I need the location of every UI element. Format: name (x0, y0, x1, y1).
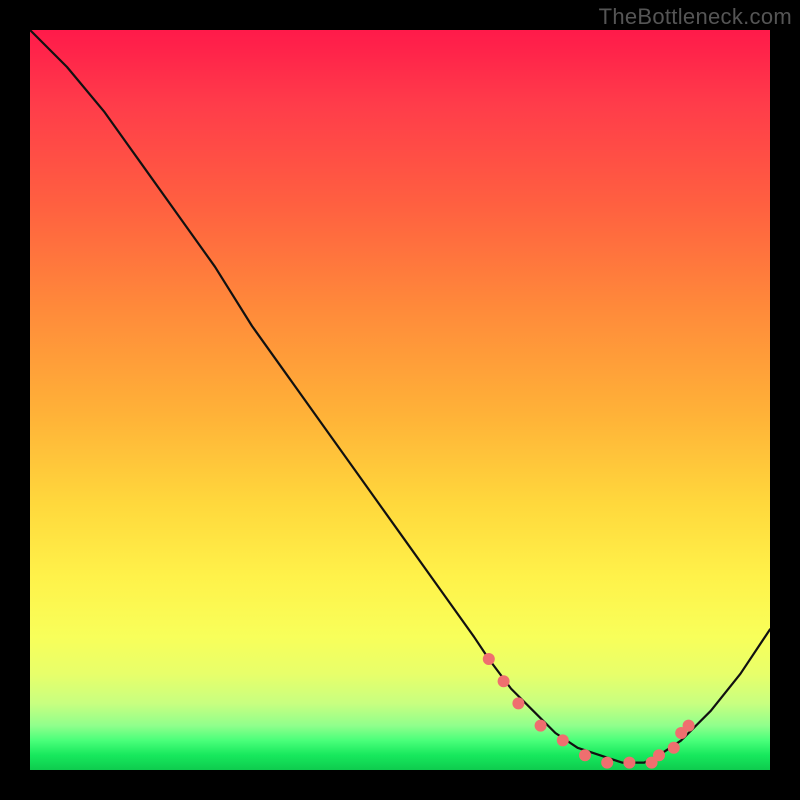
highlight-point (668, 742, 680, 754)
watermark-text: TheBottleneck.com (599, 4, 792, 30)
bottleneck-curve (30, 30, 770, 763)
highlight-point (653, 749, 665, 761)
plot-area (30, 30, 770, 770)
bottleneck-curve-svg (30, 30, 770, 770)
highlight-point (535, 720, 547, 732)
highlight-point (483, 653, 495, 665)
highlight-point (623, 757, 635, 769)
highlight-point (601, 757, 613, 769)
highlight-point (557, 734, 569, 746)
highlight-point (683, 720, 695, 732)
highlight-point (512, 697, 524, 709)
highlight-point (498, 675, 510, 687)
chart-frame: TheBottleneck.com (0, 0, 800, 800)
highlight-point (579, 749, 591, 761)
highlight-point-group (483, 653, 695, 769)
